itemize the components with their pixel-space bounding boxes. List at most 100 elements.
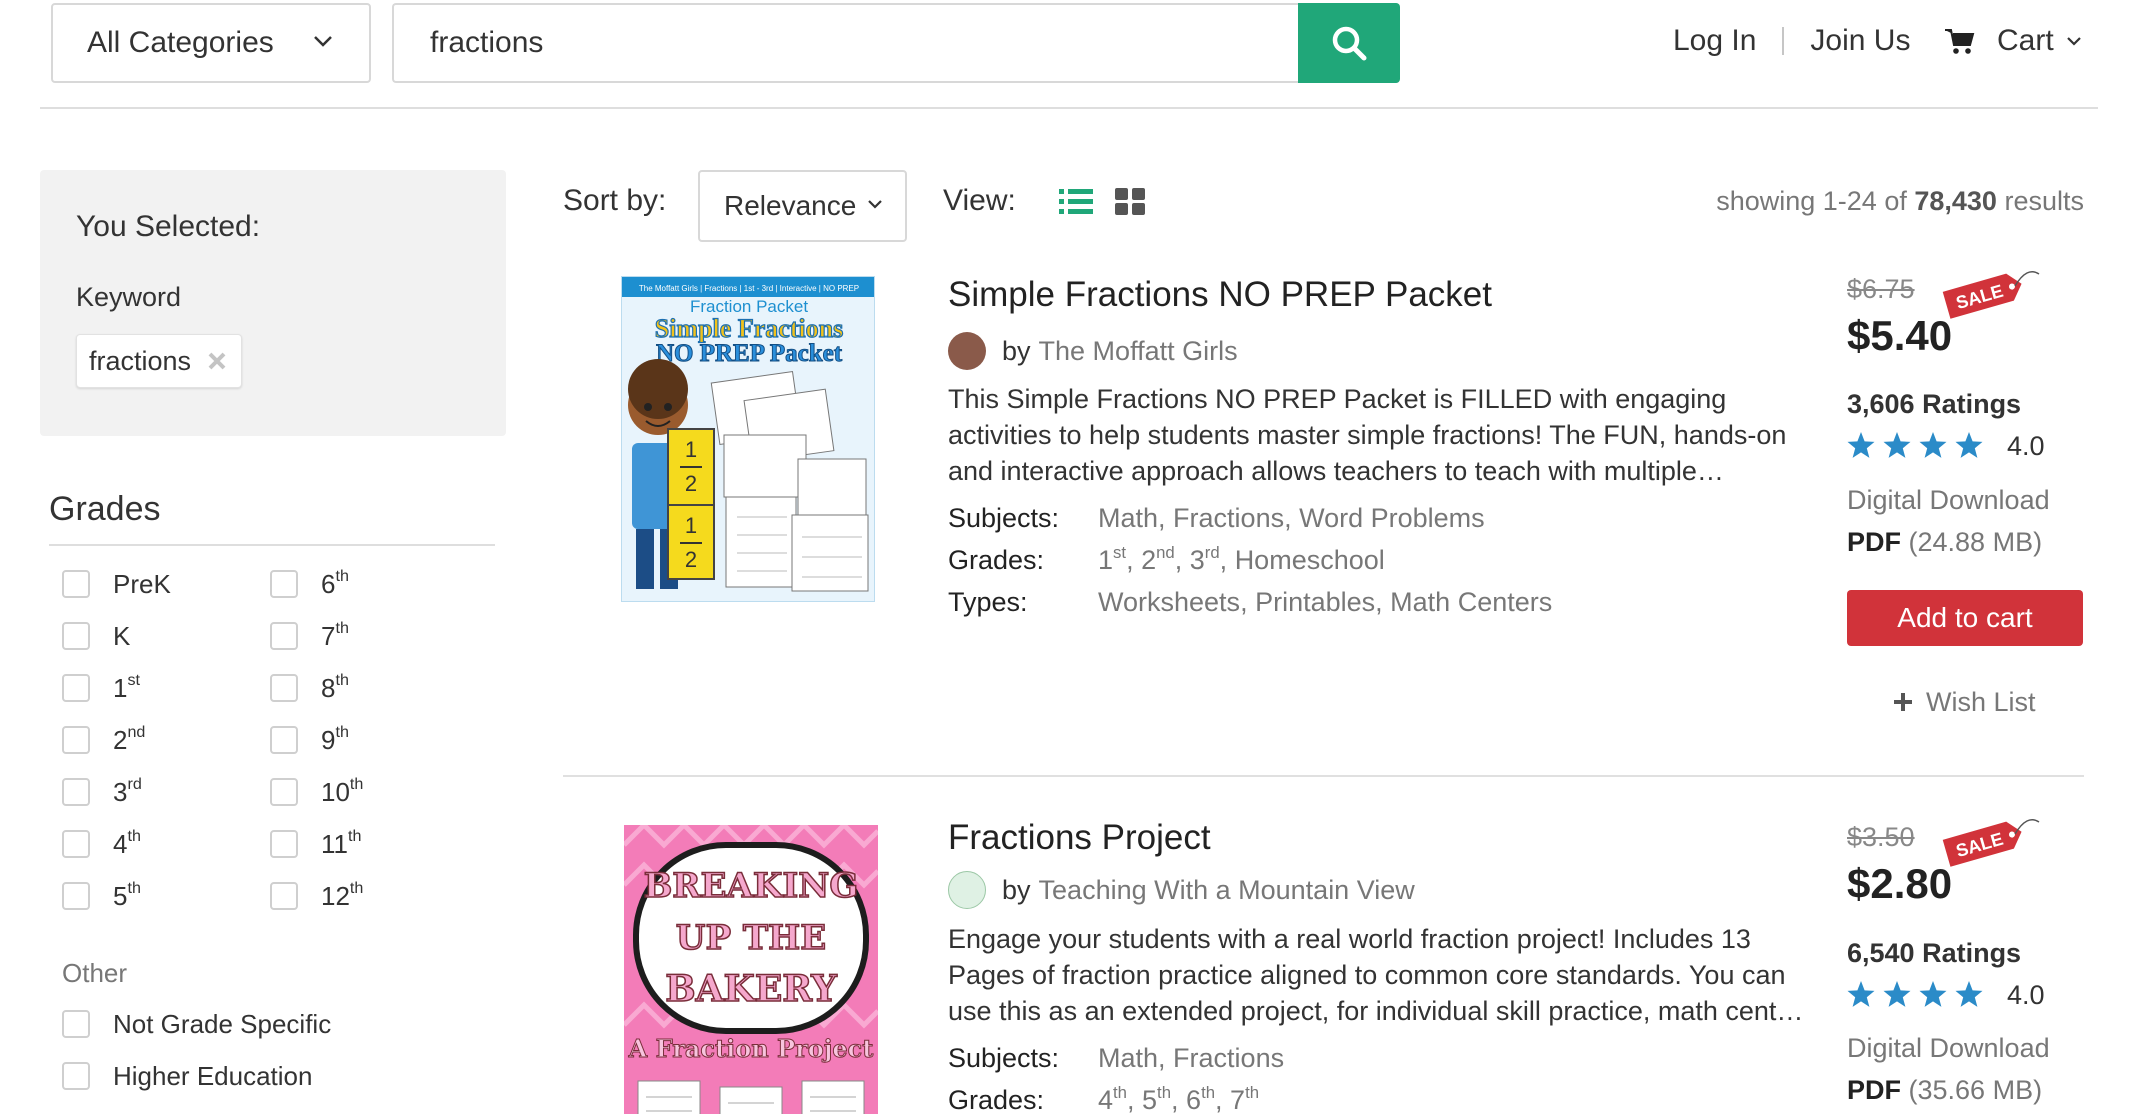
subject-link[interactable]: Math	[1098, 503, 1158, 533]
ratings-count[interactable]: 3,606 Ratings	[1847, 389, 2021, 420]
plus-icon	[1894, 693, 1912, 711]
other-grades-label: Other	[62, 958, 128, 988]
results-count: showing 1-24 of 78,430 results	[1716, 186, 2084, 216]
grade-option-k[interactable]: K	[62, 619, 130, 653]
grade-option-2nd[interactable]: 2nd	[62, 723, 145, 757]
selected-filters-panel: You Selected: Keyword fractions	[40, 170, 506, 436]
checkbox[interactable]	[62, 1062, 90, 1090]
cart-menu[interactable]: Cart	[1945, 16, 2082, 66]
account-links: Log In Join Us	[1673, 16, 1910, 66]
checkbox[interactable]	[270, 726, 298, 754]
grade-label: 1st	[113, 670, 140, 703]
product-cover-image: BREAKING UP THE BAKERY A Fraction Projec…	[624, 825, 878, 1114]
checkbox[interactable]	[62, 778, 90, 806]
grade-option-6th[interactable]: 6th	[270, 567, 349, 601]
grade-label: 9th	[321, 722, 349, 755]
author-link[interactable]: Teaching With a Mountain View	[1039, 875, 1415, 906]
checkbox[interactable]	[62, 726, 90, 754]
grade-label: K	[113, 620, 131, 651]
checkbox[interactable]	[270, 570, 298, 598]
checkbox[interactable]	[62, 830, 90, 858]
checkbox[interactable]	[270, 830, 298, 858]
header-divider	[40, 107, 2098, 109]
sale-tag-icon: SALE	[1942, 271, 2040, 319]
grade-label: 4th	[113, 826, 141, 859]
checkbox[interactable]	[62, 882, 90, 910]
grade-label: 5th	[113, 878, 141, 911]
sort-select[interactable]: Relevance	[698, 170, 907, 242]
checkbox[interactable]	[62, 570, 90, 598]
type-link[interactable]: Math Centers	[1390, 587, 1552, 617]
checkbox[interactable]	[62, 1010, 90, 1038]
checkbox[interactable]	[62, 674, 90, 702]
grade-label: 6th	[321, 566, 349, 599]
author-link[interactable]: The Moffatt Girls	[1039, 336, 1238, 367]
view-label: View:	[943, 184, 1016, 217]
add-to-cart-button[interactable]: Add to cart	[1847, 590, 2083, 646]
product-title[interactable]: Fractions Project	[948, 818, 1211, 858]
grade-option-prek[interactable]: PreK	[62, 567, 171, 601]
login-link[interactable]: Log In	[1673, 24, 1756, 58]
grades-divider	[49, 544, 495, 546]
grade-label: 10th	[321, 774, 364, 807]
sort-select-value: Relevance	[724, 190, 857, 221]
search-button[interactable]	[1298, 3, 1400, 83]
checkbox[interactable]	[270, 882, 298, 910]
product-thumbnail[interactable]: BREAKING UP THE BAKERY A Fraction Projec…	[624, 825, 878, 1114]
svg-text:1: 1	[685, 437, 697, 462]
rating-value: 4.0	[2007, 430, 2045, 461]
type-link[interactable]: Worksheets	[1098, 587, 1240, 617]
subject-link[interactable]: Fractions	[1173, 503, 1284, 533]
grade-option-5th[interactable]: 5th	[62, 879, 141, 913]
list-view-icon[interactable]	[1059, 188, 1093, 216]
checkbox[interactable]	[270, 778, 298, 806]
original-price: $6.75	[1847, 274, 1915, 304]
wish-list-button[interactable]: Wish List	[1892, 684, 2036, 720]
grade-option-8th[interactable]: 8th	[270, 671, 349, 705]
product-title[interactable]: Simple Fractions NO PREP Packet	[948, 275, 1492, 315]
product-thumbnail[interactable]: The Moffatt Girls | Fractions | 1st - 3r…	[621, 276, 875, 602]
subject-link[interactable]: Fractions	[1173, 1043, 1284, 1073]
close-icon[interactable]	[205, 349, 229, 373]
category-select[interactable]: All Categories	[51, 3, 371, 83]
site-header: All Categories fractions Log In Join Us …	[0, 0, 2138, 110]
grade-option-1st[interactable]: 1st	[62, 671, 140, 705]
product-divider	[563, 775, 2084, 777]
join-link[interactable]: Join Us	[1810, 24, 1910, 58]
grid-view-icon[interactable]	[1115, 188, 1145, 216]
grade-option-11th[interactable]: 11th	[270, 827, 361, 861]
subject-link[interactable]: Math	[1098, 1043, 1158, 1073]
svg-text:BAKERY: BAKERY	[665, 968, 838, 1010]
avatar	[948, 871, 986, 909]
search-input[interactable]: fractions	[392, 3, 1300, 83]
checkbox[interactable]	[62, 622, 90, 650]
grade-option-higher-education[interactable]: Higher Education	[62, 1059, 312, 1093]
star-rating: 4.0	[1847, 428, 2045, 464]
star-icon	[1847, 432, 1983, 458]
keyword-chip[interactable]: fractions	[76, 334, 242, 388]
type-link[interactable]: Printables	[1255, 587, 1375, 617]
ratings-count[interactable]: 6,540 Ratings	[1847, 938, 2021, 969]
avatar	[948, 332, 986, 370]
keyword-label: Keyword	[76, 282, 182, 312]
grade-label: 8th	[321, 670, 349, 703]
product-grades: Grades: 4th, 5th, 6th, 7th	[948, 1083, 1260, 1114]
grade-option-12th[interactable]: 12th	[270, 879, 363, 913]
grade-option-not-grade-specific[interactable]: Not Grade Specific	[62, 1007, 331, 1041]
grade-option-3rd[interactable]: 3rd	[62, 775, 142, 809]
grade-option-10th[interactable]: 10th	[270, 775, 363, 809]
format-label: Digital Download	[1847, 485, 2050, 515]
product-author: by Teaching With a Mountain View	[948, 870, 1415, 910]
product-types: Types: Worksheets, Printables, Math Cent…	[948, 587, 1553, 617]
grade-option-7th[interactable]: 7th	[270, 619, 349, 653]
grade-option-9th[interactable]: 9th	[270, 723, 349, 757]
category-select-label: All Categories	[87, 26, 274, 59]
chevron-down-icon	[2066, 37, 2081, 46]
grade-option-4th[interactable]: 4th	[62, 827, 141, 861]
checkbox[interactable]	[270, 674, 298, 702]
svg-text:Simple Fractions: Simple Fractions	[655, 314, 844, 343]
grade-label: 11th	[321, 826, 362, 859]
chevron-down-icon	[868, 200, 882, 209]
subject-link[interactable]: Word Problems	[1299, 503, 1485, 533]
checkbox[interactable]	[270, 622, 298, 650]
